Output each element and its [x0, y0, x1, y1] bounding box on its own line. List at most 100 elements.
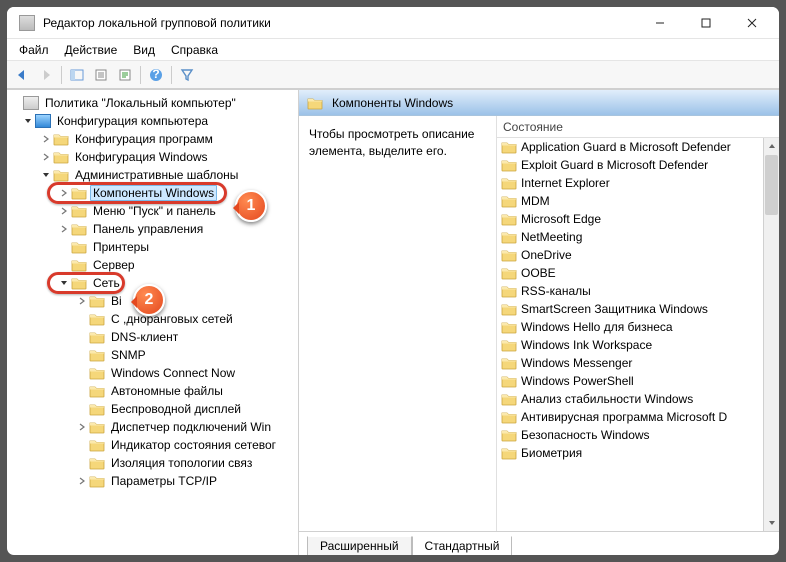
- list-item[interactable]: SmartScreen Защитника Windows: [497, 300, 763, 318]
- items-list[interactable]: Application Guard в Microsoft DefenderEx…: [497, 138, 763, 531]
- expand-icon[interactable]: [57, 276, 71, 290]
- tabstrip: Расширенный Стандартный: [299, 531, 779, 555]
- scroll-down-button[interactable]: [764, 515, 779, 531]
- list-item[interactable]: Windows PowerShell: [497, 372, 763, 390]
- menu-action[interactable]: Действие: [59, 41, 124, 59]
- list-item[interactable]: OneDrive: [497, 246, 763, 264]
- menu-view[interactable]: Вид: [127, 41, 161, 59]
- svg-text:?: ?: [152, 68, 159, 81]
- folder-icon: [53, 132, 69, 146]
- expand-icon[interactable]: [21, 114, 35, 128]
- callout-1: 1: [235, 190, 267, 222]
- back-button[interactable]: [11, 64, 33, 86]
- scrollbar[interactable]: [763, 138, 779, 531]
- list-item[interactable]: RSS-каналы: [497, 282, 763, 300]
- tree-item[interactable]: Конфигурация программ: [72, 131, 216, 147]
- list-item[interactable]: Антивирусная программа Microsoft D: [497, 408, 763, 426]
- expand-icon[interactable]: [57, 222, 71, 236]
- list-item-label: Internet Explorer: [521, 176, 610, 190]
- list-item[interactable]: Windows Hello для бизнеса: [497, 318, 763, 336]
- folder-icon: [89, 438, 105, 452]
- tree-item[interactable]: Bi: [108, 293, 125, 309]
- list-item-label: OOBE: [521, 266, 556, 280]
- folder-icon: [501, 374, 517, 388]
- list-item[interactable]: NetMeeting: [497, 228, 763, 246]
- expand-icon[interactable]: [75, 474, 89, 488]
- tree-item[interactable]: Конфигурация Windows: [72, 149, 211, 165]
- tree-item[interactable]: Панель управления: [90, 221, 206, 237]
- menu-file[interactable]: Файл: [13, 41, 55, 59]
- titlebar[interactable]: Редактор локальной групповой политики: [7, 7, 779, 39]
- tree-components-windows[interactable]: Компоненты Windows: [90, 185, 217, 201]
- folder-icon: [501, 284, 517, 298]
- list-item-label: NetMeeting: [521, 230, 582, 244]
- list-item-label: SmartScreen Защитника Windows: [521, 302, 708, 316]
- folder-icon: [89, 474, 105, 488]
- expand-icon[interactable]: [39, 168, 53, 182]
- folder-icon: [71, 204, 87, 218]
- tree-item[interactable]: С ,дноранговых сетей: [108, 311, 236, 327]
- tree-item[interactable]: Автономные файлы: [108, 383, 226, 399]
- export-button[interactable]: [114, 64, 136, 86]
- folder-icon: [71, 276, 87, 290]
- show-hide-tree-button[interactable]: [66, 64, 88, 86]
- expand-icon[interactable]: [57, 186, 71, 200]
- expand-icon[interactable]: [57, 204, 71, 218]
- app-icon: [19, 15, 35, 31]
- list-item[interactable]: Microsoft Edge: [497, 210, 763, 228]
- tab-standard[interactable]: Стандартный: [412, 536, 513, 555]
- list-item[interactable]: Анализ стабильности Windows: [497, 390, 763, 408]
- tree-item[interactable]: Диспетчер подключений Win: [108, 419, 274, 435]
- app-window: Редактор локальной групповой политики Фа…: [6, 6, 780, 556]
- folder-icon: [501, 212, 517, 226]
- folder-icon: [89, 330, 105, 344]
- tree-item[interactable]: Windows Connect Now: [108, 365, 238, 381]
- folder-icon: [501, 176, 517, 190]
- tree-item[interactable]: Беспроводной дисплей: [108, 401, 244, 417]
- list-item[interactable]: Application Guard в Microsoft Defender: [497, 138, 763, 156]
- maximize-button[interactable]: [683, 8, 729, 38]
- scroll-up-button[interactable]: [764, 138, 779, 154]
- expand-icon[interactable]: [39, 150, 53, 164]
- tree-item[interactable]: Параметры TCP/IP: [108, 473, 220, 489]
- filter-button[interactable]: [176, 64, 198, 86]
- tree-pane[interactable]: Политика "Локальный компьютер" Конфигура…: [7, 90, 299, 555]
- folder-icon: [89, 384, 105, 398]
- list-item[interactable]: Биометрия: [497, 444, 763, 462]
- expand-icon[interactable]: [75, 294, 89, 308]
- list-item[interactable]: Exploit Guard в Microsoft Defender: [497, 156, 763, 174]
- forward-button[interactable]: [35, 64, 57, 86]
- tree-admin-templates[interactable]: Административные шаблоны: [72, 167, 241, 183]
- tree-item[interactable]: DNS-клиент: [108, 329, 181, 345]
- tree-item[interactable]: Изоляция топологии связ: [108, 455, 255, 471]
- column-header-status[interactable]: Состояние: [497, 116, 779, 138]
- tree-item[interactable]: Меню "Пуск" и панель: [90, 203, 219, 219]
- folder-icon: [501, 266, 517, 280]
- expand-icon[interactable]: [75, 420, 89, 434]
- tree-item[interactable]: SNMP: [108, 347, 149, 363]
- tree-item[interactable]: Сервер: [90, 257, 138, 273]
- expand-icon[interactable]: [39, 132, 53, 146]
- properties-button[interactable]: [90, 64, 112, 86]
- help-button[interactable]: ?: [145, 64, 167, 86]
- list-item[interactable]: MDM: [497, 192, 763, 210]
- minimize-button[interactable]: [637, 8, 683, 38]
- scroll-thumb[interactable]: [765, 155, 778, 215]
- tree-network[interactable]: Сеть: [90, 275, 123, 291]
- list-item[interactable]: Безопасность Windows: [497, 426, 763, 444]
- tree-item[interactable]: Принтеры: [90, 239, 152, 255]
- tree-computer-config[interactable]: Конфигурация компьютера: [54, 113, 211, 129]
- folder-icon: [71, 240, 87, 254]
- list-item[interactable]: Windows Messenger: [497, 354, 763, 372]
- list-item[interactable]: Internet Explorer: [497, 174, 763, 192]
- folder-icon: [89, 402, 105, 416]
- list-item[interactable]: OOBE: [497, 264, 763, 282]
- tab-extended[interactable]: Расширенный: [307, 536, 412, 555]
- folder-icon: [89, 312, 105, 326]
- close-button[interactable]: [729, 8, 775, 38]
- tree-item[interactable]: Индикатор состояния сетевог: [108, 437, 279, 453]
- menu-help[interactable]: Справка: [165, 41, 224, 59]
- list-item[interactable]: Windows Ink Workspace: [497, 336, 763, 354]
- tree-root[interactable]: Политика "Локальный компьютер": [42, 95, 239, 111]
- list-item-label: Windows Ink Workspace: [521, 338, 652, 352]
